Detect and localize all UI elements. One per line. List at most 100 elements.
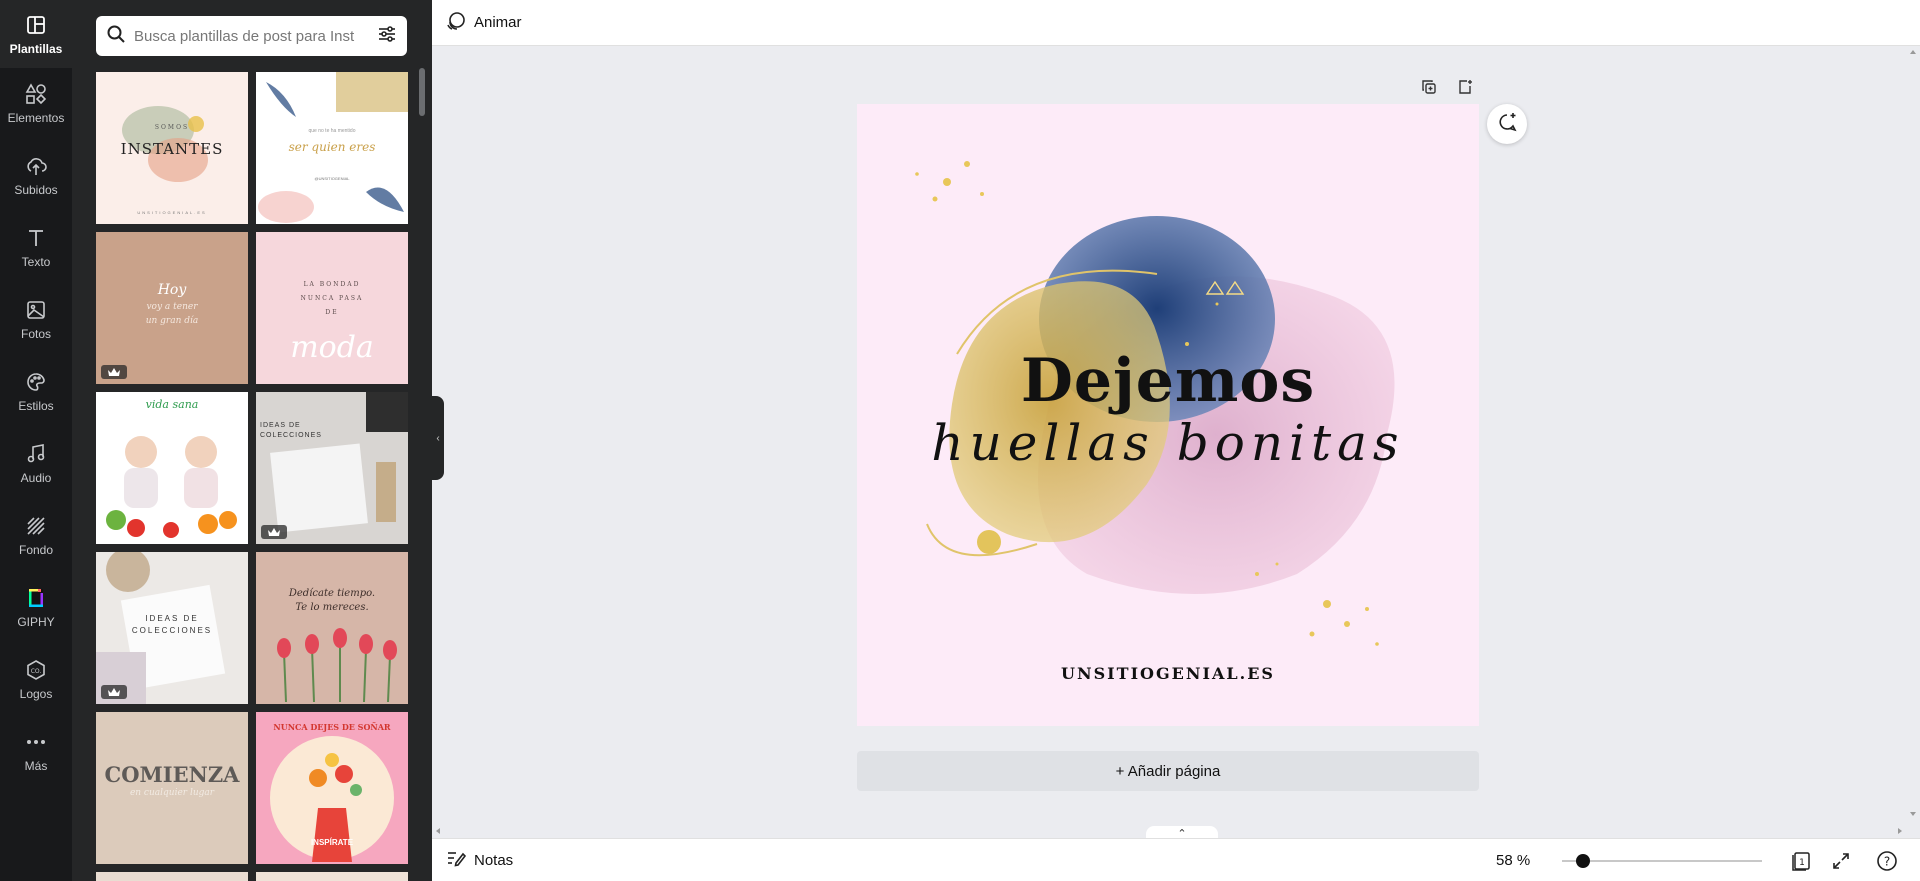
template-text: en cualquier lugar <box>129 788 215 798</box>
rail-item-label: Estilos <box>18 399 54 413</box>
template-thumbnail[interactable]: Hoy voy a tener un gran día <box>96 232 248 384</box>
duplicate-page-icon[interactable] <box>1418 76 1440 98</box>
bottom-bar: Notas 58 % 1 ? <box>432 838 1920 881</box>
rail-item-background[interactable]: Fondo <box>0 501 72 569</box>
add-page-icon[interactable] <box>1454 76 1476 98</box>
template-text: que no te ha mentido <box>308 128 356 134</box>
template-text: UNSITIOGENIAL.ES <box>137 210 207 215</box>
search-input[interactable] <box>134 27 377 45</box>
rail-item-label: Fondo <box>18 543 54 557</box>
zoom-slider-handle[interactable] <box>1576 854 1590 868</box>
giphy-icon <box>23 585 49 611</box>
template-thumbnail[interactable]: COMIENZA en cualquier lugar <box>96 712 248 864</box>
template-thumbnail[interactable]: IDEAS DE COLECCIONES <box>256 392 408 544</box>
rail-item-label: Elementos <box>7 111 65 125</box>
rail-item-logos[interactable]: CO. Logos <box>0 645 72 713</box>
template-text: COLECCIONES <box>131 626 213 635</box>
rail-item-label: Plantillas <box>9 42 63 56</box>
rail-item-label: GIPHY <box>17 615 55 629</box>
template-thumbnail[interactable] <box>96 872 248 881</box>
premium-crown-icon <box>261 525 287 539</box>
rail-item-more[interactable]: Más <box>0 717 72 785</box>
help-button[interactable]: ? <box>1874 848 1900 874</box>
template-thumbnail[interactable]: LA BONDAD NUNCA PASA DE moda <box>256 232 408 384</box>
template-text: NUNCA DEJES DE SOÑAR <box>273 722 391 732</box>
more-dots-icon <box>23 729 49 755</box>
site-text[interactable]: UNSITIOGENIAL.ES <box>857 664 1479 683</box>
design-page[interactable]: Dejemos huellas bonitas UNSITIOGENIAL.ES <box>857 104 1479 726</box>
template-text: IDEAS DE <box>145 614 199 623</box>
template-text: moda <box>290 330 374 365</box>
rail-item-label: Fotos <box>20 327 51 341</box>
rail-item-label: Texto <box>21 255 51 269</box>
template-text: Hoy <box>157 282 187 298</box>
left-rail: Plantillas Elementos Subidos Texto Fotos… <box>0 0 72 881</box>
help-icon-label: ? <box>1884 855 1890 869</box>
rail-item-uploads[interactable]: Subidos <box>0 141 72 209</box>
template-thumbnail[interactable]: que no te ha mentido ser quien eres @UNS… <box>256 72 408 224</box>
template-text: SOMOS <box>154 124 190 131</box>
rail-item-label: Más <box>24 759 48 773</box>
animate-label: Animar <box>474 14 522 31</box>
template-text: COLECCIONES <box>260 432 322 439</box>
rail-item-label: Audio <box>20 471 52 485</box>
template-thumbnail[interactable] <box>256 872 408 881</box>
upload-cloud-icon <box>23 153 49 179</box>
template-thumbnail[interactable]: SOMOS INSTANTES UNSITIOGENIAL.ES <box>96 72 248 224</box>
templates-panel: SOMOS INSTANTES UNSITIOGENIAL.ES que no … <box>72 0 432 881</box>
page-count-icon[interactable]: 1 <box>1788 848 1814 874</box>
page-count-label: 1 <box>1799 858 1805 868</box>
background-pattern-icon <box>23 513 49 539</box>
palette-icon <box>23 369 49 395</box>
template-text: COMIENZA <box>104 762 240 787</box>
rail-item-giphy[interactable]: GIPHY <box>0 573 72 641</box>
template-text: un gran día <box>145 316 199 326</box>
top-bar: Animar <box>432 0 1920 46</box>
rail-item-text[interactable]: Texto <box>0 213 72 281</box>
rail-item-label: Subidos <box>14 183 58 197</box>
template-thumbnail[interactable]: IDEAS DE COLECCIONES <box>96 552 248 704</box>
fullscreen-icon[interactable] <box>1828 848 1854 874</box>
subline-text[interactable]: huellas bonitas <box>857 414 1479 472</box>
elements-icon <box>23 81 49 107</box>
logo-icon: CO. <box>23 657 49 683</box>
rail-item-elements[interactable]: Elementos <box>0 69 72 137</box>
template-thumbnail[interactable]: NUNCA DEJES DE SOÑAR INSPÍRATE <box>256 712 408 864</box>
search-icon <box>106 24 126 49</box>
premium-crown-icon <box>101 685 127 699</box>
template-text: voy a tener <box>146 302 198 312</box>
rail-item-styles[interactable]: Estilos <box>0 357 72 425</box>
rail-item-label: Logos <box>19 687 53 701</box>
notes-icon <box>446 849 467 871</box>
add-comment-button[interactable] <box>1487 104 1527 144</box>
template-text: INSPÍRATE <box>310 838 354 847</box>
panel-scrollbar[interactable] <box>419 68 425 116</box>
music-note-icon <box>23 441 49 467</box>
rail-item-audio[interactable]: Audio <box>0 429 72 497</box>
notes-label: Notas <box>474 851 514 869</box>
filter-sliders-icon[interactable] <box>377 24 397 49</box>
workspace-vertical-scrollbar[interactable] <box>1906 46 1920 824</box>
add-page-button[interactable]: + Añadir página <box>857 751 1479 791</box>
rail-item-templates[interactable]: Plantillas <box>0 0 72 68</box>
animate-icon <box>446 11 466 35</box>
premium-crown-icon <box>101 365 127 379</box>
search-bar <box>96 16 407 56</box>
rail-item-photos[interactable]: Fotos <box>0 285 72 353</box>
template-thumbnail[interactable]: vida sana <box>96 392 248 544</box>
zoom-slider-track[interactable] <box>1562 860 1762 862</box>
templates-icon <box>23 12 49 38</box>
editor-app: Plantillas Elementos Subidos Texto Fotos… <box>0 0 1920 881</box>
notes-button[interactable]: Notas <box>446 849 513 871</box>
headline-text[interactable]: Dejemos <box>857 346 1479 416</box>
animate-button[interactable]: Animar <box>446 11 522 35</box>
template-text: LA BONDAD NUNCA PASA DE <box>300 281 364 316</box>
zoom-level-label[interactable]: 58 % <box>1496 852 1530 869</box>
template-text: ser quien eres <box>288 140 376 154</box>
template-text: @UNSITIOGENIAL <box>314 176 350 181</box>
template-thumbnail[interactable]: Dedícate tiempo. Te lo mereces. <box>256 552 408 704</box>
template-text: INSTANTES <box>120 140 224 158</box>
chevron-left-icon: ‹ <box>436 432 440 444</box>
template-text: IDEAS DE <box>260 422 301 429</box>
collapse-panel-button[interactable]: ‹ <box>432 396 444 480</box>
